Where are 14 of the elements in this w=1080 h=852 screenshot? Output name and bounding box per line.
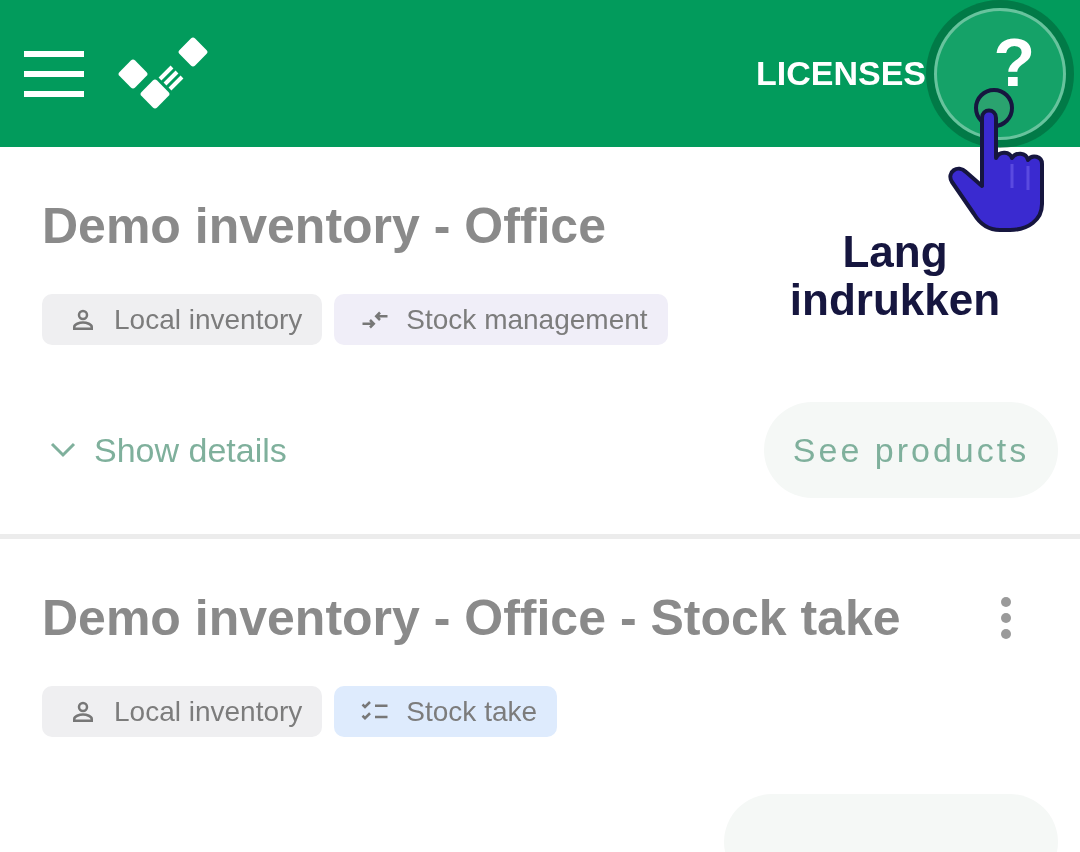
tag-label: Local inventory [114,303,303,336]
licenses-button[interactable]: LICENSES [755,54,926,93]
more-options-icon[interactable] [1000,597,1012,639]
see-products-button[interactable]: See products [764,402,1058,498]
logo-icon [116,36,210,111]
tag-label: Stock management [406,303,648,336]
chevron-down-icon [50,442,76,458]
inventory-title: Demo inventory - Office - Stock take [42,589,901,648]
show-details-button[interactable]: Show details [42,430,287,470]
menu-icon[interactable] [24,50,84,97]
tag-label: Local inventory [114,695,303,728]
long-press-hint: Lang indrukken [788,228,1002,324]
inventory-title: Demo inventory - Office [42,197,606,256]
tag-label: Stock take [406,695,538,728]
